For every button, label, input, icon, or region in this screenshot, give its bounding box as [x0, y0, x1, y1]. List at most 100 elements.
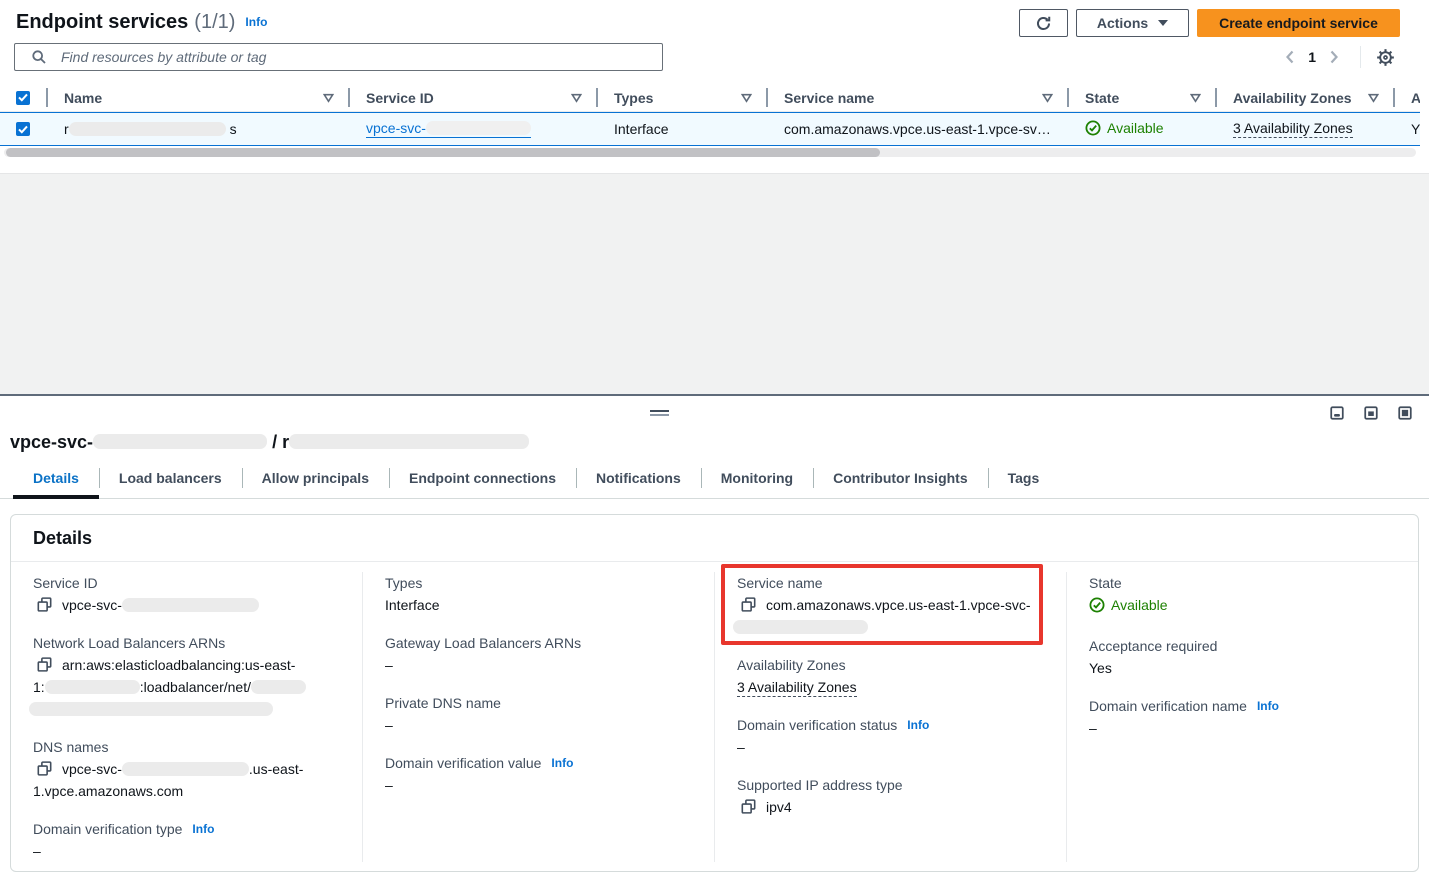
field-availability-zones: Availability Zones 3 Availability Zones: [737, 654, 1048, 698]
tab-notifications[interactable]: Notifications: [576, 463, 701, 498]
copy-icon[interactable]: [37, 657, 52, 672]
field-label: Service name: [737, 572, 1048, 594]
copy-icon[interactable]: [741, 799, 756, 814]
panel-title-fragment: r: [282, 432, 289, 452]
redacted-text: [29, 702, 273, 716]
page-header: Endpoint services (1/1) Info Actions Creat…: [0, 0, 1429, 44]
tab-contributor-insights[interactable]: Contributor Insights: [813, 463, 988, 498]
preferences-button[interactable]: [1373, 45, 1397, 69]
horizontal-scrollbar: [4, 148, 1416, 157]
filter-search-box: [14, 43, 663, 71]
copy-icon[interactable]: [37, 597, 52, 612]
field-value: arn:aws:elasticloadbalancing:us-east-: [33, 654, 344, 676]
redacted-text: [45, 680, 140, 694]
field-value: –: [385, 774, 696, 796]
availability-zones-link[interactable]: 3 Availability Zones: [737, 679, 857, 697]
info-link[interactable]: Info: [907, 718, 929, 732]
field-label: Gateway Load Balancers ARNs: [385, 632, 696, 654]
details-column-3: Service name com.amazonaws.vpce.us-east-…: [715, 572, 1067, 862]
field-gwlb-arns: Gateway Load Balancers ARNs –: [385, 632, 696, 676]
field-value-text: vpce-svc-: [62, 761, 122, 777]
row-name-fragment: s: [230, 121, 237, 137]
previous-page-button[interactable]: [1278, 45, 1302, 69]
copy-icon[interactable]: [741, 597, 756, 612]
column-header-availability-zones[interactable]: Availability Zones: [1217, 84, 1395, 111]
select-all-checkbox[interactable]: [16, 91, 30, 105]
field-label: State: [1089, 572, 1400, 594]
column-header-types[interactable]: Types: [598, 84, 768, 111]
field-value: Yes: [1089, 657, 1400, 679]
tab-monitoring[interactable]: Monitoring: [701, 463, 813, 498]
page-title-text: Endpoint services: [16, 11, 188, 33]
pagination-divider: [1360, 46, 1361, 68]
split-panel-drag-handle[interactable]: [650, 410, 669, 416]
header-select-all-cell: [0, 84, 48, 111]
field-label: Domain verification valueInfo: [385, 752, 696, 774]
gear-icon: [1376, 48, 1395, 67]
info-link[interactable]: Info: [551, 756, 573, 770]
copy-icon[interactable]: [37, 761, 52, 776]
tab-allow-principals[interactable]: Allow principals: [242, 463, 389, 498]
checkmark-icon: [18, 93, 28, 102]
column-header-name[interactable]: Name: [48, 84, 350, 111]
page-title: Endpoint services (1/1) Info: [16, 11, 267, 34]
field-value: 1::loadbalancer/net/: [33, 676, 344, 698]
next-page-button[interactable]: [1322, 45, 1346, 69]
field-supported-ip-address-type: Supported IP address type ipv4: [737, 774, 1048, 818]
panel-position-full-icon[interactable]: [1398, 406, 1412, 420]
table-header-row: Name Service ID Types Service name State: [0, 84, 1420, 112]
sort-icon: [571, 93, 582, 102]
field-value: vpce-svc-: [33, 594, 344, 616]
current-page-number[interactable]: 1: [1308, 49, 1316, 65]
actions-button[interactable]: Actions: [1076, 9, 1189, 37]
column-header-acceptance[interactable]: A: [1395, 84, 1420, 111]
sort-icon: [1042, 93, 1053, 102]
field-value: 3 Availability Zones: [737, 676, 1048, 698]
tab-endpoint-connections[interactable]: Endpoint connections: [389, 463, 576, 498]
availability-zones-link[interactable]: 3 Availability Zones: [1233, 120, 1353, 138]
actions-button-label: Actions: [1097, 15, 1148, 31]
field-value-text: 1:: [33, 679, 45, 695]
create-endpoint-service-button[interactable]: Create endpoint service: [1197, 9, 1400, 37]
refresh-button[interactable]: [1019, 9, 1068, 37]
chevron-left-icon: [1285, 50, 1295, 64]
field-label: Private DNS name: [385, 692, 696, 714]
row-checkbox[interactable]: [16, 122, 30, 136]
details-column-2: Types Interface Gateway Load Balancers A…: [363, 572, 715, 862]
field-domain-verification-name: Domain verification nameInfo –: [1089, 695, 1400, 739]
content-background: [0, 173, 1429, 394]
info-link[interactable]: Info: [1257, 699, 1279, 713]
field-domain-verification-type: Domain verification typeInfo –: [33, 818, 344, 862]
column-header-service-name[interactable]: Service name: [768, 84, 1069, 111]
cell-availability-zones: 3 Availability Zones: [1217, 120, 1395, 138]
tab-tags[interactable]: Tags: [988, 463, 1060, 498]
column-header-label: State: [1085, 90, 1119, 106]
column-header-state[interactable]: State: [1069, 84, 1217, 111]
horizontal-scrollbar-thumb[interactable]: [6, 148, 880, 157]
field-label: Domain verification statusInfo: [737, 714, 1048, 736]
details-column-4: State Available Acceptance required Yes: [1067, 572, 1418, 862]
panel-position-bottom-icon[interactable]: [1330, 406, 1344, 420]
info-link[interactable]: Info: [192, 822, 214, 836]
field-domain-verification-value: Domain verification valueInfo –: [385, 752, 696, 796]
details-card-body: Service ID vpce-svc- Network Load Balanc…: [11, 562, 1418, 874]
service-id-link[interactable]: vpce-svc-: [366, 120, 531, 138]
panel-position-side-icon[interactable]: [1364, 406, 1378, 420]
tab-load-balancers[interactable]: Load balancers: [99, 463, 242, 498]
state-badge: Available: [1089, 594, 1168, 616]
cell-name: r s: [48, 121, 350, 137]
redacted-text: [733, 620, 868, 634]
details-card-heading: Details: [11, 515, 1418, 562]
column-header-service-id[interactable]: Service ID: [350, 84, 598, 111]
endpoint-services-page: Endpoint services (1/1) Info Actions Creat…: [0, 0, 1429, 886]
search-input[interactable]: [47, 44, 662, 70]
table-row[interactable]: r s vpce-svc- Interface com.amazonaws.vp…: [0, 112, 1420, 146]
sort-icon: [323, 93, 334, 102]
field-label: DNS names: [33, 736, 344, 758]
sort-icon: [741, 93, 752, 102]
field-label: Availability Zones: [737, 654, 1048, 676]
resource-count: (1/1): [194, 11, 235, 33]
redacted-text: [69, 122, 226, 136]
tab-details[interactable]: Details: [13, 463, 99, 498]
page-info-link[interactable]: Info: [245, 15, 267, 29]
